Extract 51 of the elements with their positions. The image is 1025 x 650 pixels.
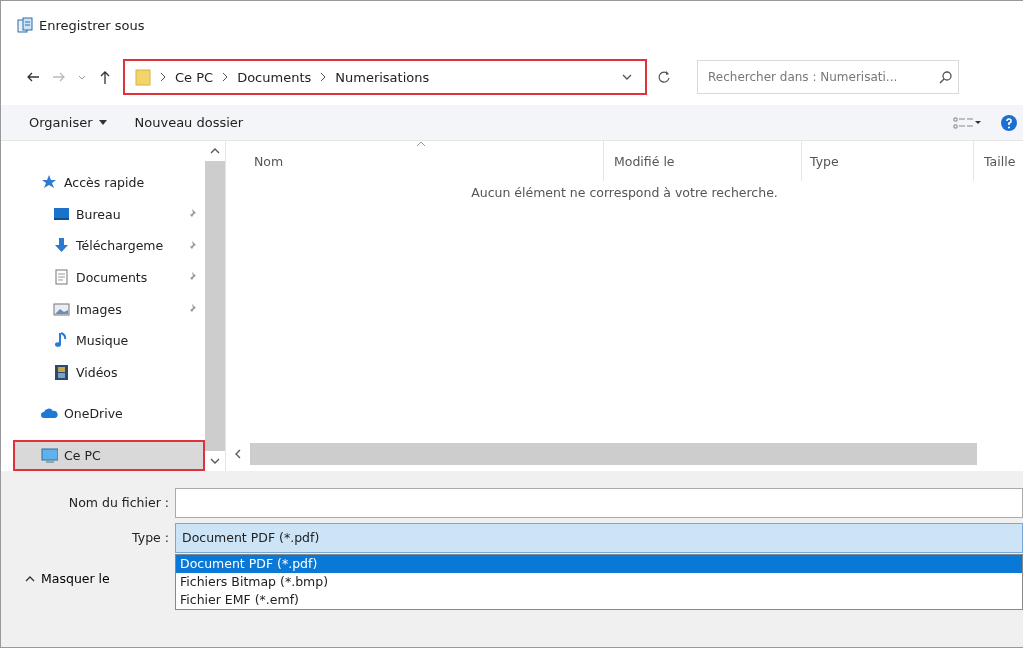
chevron-icon	[221, 72, 230, 82]
chevron-icon	[319, 72, 328, 82]
sidebar-item[interactable]: Accès rapide	[1, 167, 205, 199]
dropdown-option[interactable]: Fichiers Bitmap (*.bmp)	[176, 572, 1022, 591]
field-label: Type :	[131, 530, 170, 545]
window-title: Enregistrer sous	[39, 17, 145, 33]
column-header[interactable]: Taille	[974, 141, 1023, 181]
column-header[interactable]: Modifié le	[604, 141, 802, 181]
hide-folders-button[interactable]: Masquer le	[25, 571, 110, 586]
scroll-left-icon[interactable]	[234, 449, 242, 459]
scroll-up-icon[interactable]	[210, 147, 220, 155]
image-icon	[53, 300, 70, 318]
column-header[interactable]: Type	[802, 141, 974, 181]
empty-message: Aucun élément ne correspond à votre recherche.	[470, 184, 779, 202]
scroll-down-icon[interactable]	[210, 457, 220, 465]
video-icon	[53, 363, 70, 381]
new-folder-button[interactable]: Nouveau dossier	[130, 115, 248, 130]
sidebar-item[interactable]: Bureau	[1, 198, 205, 231]
search-icon	[939, 70, 953, 84]
view-options-icon[interactable]	[953, 116, 981, 129]
refresh-icon[interactable]	[657, 70, 671, 84]
sidebar-item[interactable]: OneDrive	[1, 397, 205, 430]
desktop-icon	[53, 205, 70, 223]
breadcrumb[interactable]: Documents	[237, 69, 312, 85]
breadcrumb[interactable]: Ce PC	[175, 69, 214, 85]
pc-icon	[41, 446, 58, 464]
sidebar-item[interactable]: Téléchargeme	[1, 230, 205, 262]
caret-icon	[98, 119, 107, 126]
sort-caret-icon	[416, 141, 426, 147]
document-icon	[53, 268, 70, 286]
download-icon	[53, 237, 70, 255]
field-label: Nom du fichier :	[67, 495, 170, 510]
sidebar-item[interactable]: Images	[1, 293, 205, 325]
search-field[interactable]: Rechercher dans : Numerisati...	[697, 60, 959, 94]
sidebar-item[interactable]: Documents	[1, 261, 205, 294]
sidebar-item[interactable]: Vidéos	[1, 356, 205, 388]
breadcrumb[interactable]: Numerisations	[335, 69, 430, 85]
dropdown-caret-icon[interactable]	[621, 72, 633, 82]
organize-button[interactable]: Organiser	[25, 115, 111, 130]
help-icon[interactable]	[1001, 114, 1017, 131]
column-header[interactable]: Nom	[226, 141, 604, 181]
dropdown-option[interactable]: Document PDF (*.pdf)	[176, 554, 1022, 573]
address-bar[interactable]: Ce PC Documents Numerisations	[123, 59, 647, 95]
dropdown-option[interactable]: Fichier EMF (*.emf)	[176, 590, 1022, 609]
folder-icon	[135, 68, 151, 86]
save-dialog-icon	[17, 17, 33, 33]
chevron-icon	[159, 72, 167, 82]
filename-field[interactable]	[175, 487, 1023, 518]
sidebar-item[interactable]: Ce PC	[13, 439, 205, 472]
caret-up-icon	[25, 575, 35, 582]
sidebar-item[interactable]: Musique	[1, 324, 205, 357]
